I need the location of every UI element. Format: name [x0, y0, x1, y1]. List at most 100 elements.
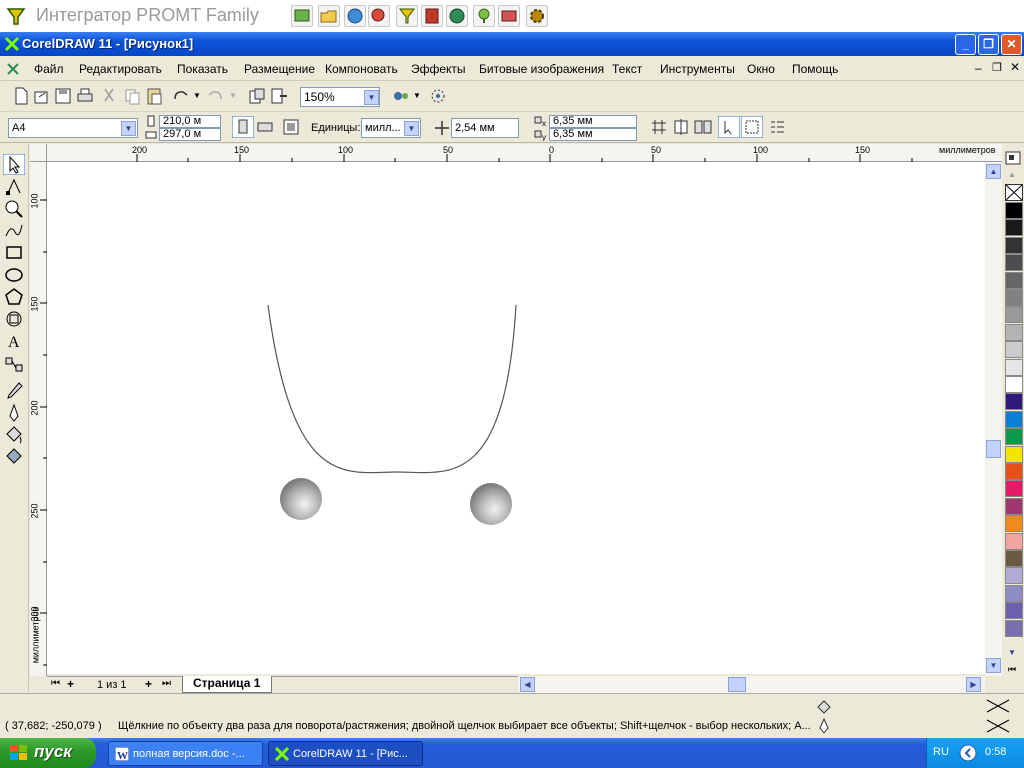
page-height-field[interactable]: 297,0 м [159, 128, 221, 141]
doc-close-button[interactable]: ✕ [1010, 60, 1020, 74]
menu-tools[interactable]: Инструменты [660, 62, 735, 76]
corel-online-icon[interactable] [427, 85, 449, 107]
shape-tool-icon[interactable] [3, 176, 25, 197]
page-tab[interactable]: Страница 1 [182, 676, 272, 693]
palette-expand-icon[interactable]: ⏮ [1008, 664, 1016, 675]
duplicate-y-field[interactable]: 6,35 мм [549, 128, 637, 141]
menu-edit[interactable]: Редактировать [79, 62, 162, 76]
no-fill-swatch[interactable] [1005, 184, 1023, 201]
color-swatch[interactable] [1005, 497, 1023, 515]
save-icon[interactable] [52, 85, 74, 107]
ruler-origin[interactable] [30, 144, 47, 162]
promt-logo-icon[interactable] [6, 6, 26, 26]
promt-settings-icon[interactable] [526, 5, 548, 27]
fill-indicator-icon[interactable] [815, 698, 831, 714]
color-swatch[interactable] [1005, 445, 1023, 463]
page-layout-icon[interactable] [280, 116, 302, 138]
redo-icon[interactable] [204, 85, 226, 107]
units-dropdown-icon[interactable]: ▼ [404, 121, 419, 136]
color-swatch[interactable] [1005, 271, 1023, 289]
minimize-button[interactable]: _ [955, 34, 976, 55]
promt-filter-icon[interactable] [396, 5, 418, 27]
task-word-document[interactable]: W полная версия.doc -... [108, 741, 263, 766]
color-swatch[interactable] [1005, 236, 1023, 254]
open-icon[interactable] [31, 85, 53, 107]
pick-tool-icon[interactable] [3, 154, 25, 175]
vertical-ruler[interactable]: 100 150 200 250 300 миллиметров [30, 162, 47, 676]
zoom-dropdown-icon[interactable]: ▼ [364, 90, 379, 105]
print-icon[interactable] [74, 85, 96, 107]
color-swatch[interactable] [1005, 323, 1023, 341]
menu-help[interactable]: Помощь [792, 62, 838, 76]
fill-tool-icon[interactable] [3, 424, 25, 445]
color-swatch[interactable] [1005, 306, 1023, 324]
color-swatch[interactable] [1005, 393, 1023, 411]
menu-effects[interactable]: Эффекты [411, 62, 466, 76]
promt-open-icon[interactable] [318, 5, 340, 27]
add-page-before-button[interactable]: + [67, 677, 74, 691]
maximize-button[interactable]: ❐ [978, 34, 999, 55]
cut-icon[interactable] [99, 85, 121, 107]
task-coreldraw[interactable]: CorelDRAW 11 - [Рис... [268, 741, 423, 766]
import-icon[interactable] [246, 85, 268, 107]
menu-bitmaps[interactable]: Битовые изображения [479, 62, 604, 76]
application-launcher-icon[interactable] [390, 85, 412, 107]
scroll-down-button[interactable]: ▼ [986, 658, 1001, 673]
color-swatch[interactable] [1005, 619, 1023, 637]
color-swatch[interactable] [1005, 254, 1023, 272]
polygon-tool-icon[interactable] [3, 286, 25, 307]
basic-shapes-tool-icon[interactable] [3, 308, 25, 329]
color-swatch[interactable] [1005, 480, 1023, 498]
zoom-tool-icon[interactable] [3, 198, 25, 219]
menu-layout[interactable]: Размещение [244, 62, 315, 76]
interactive-fill-tool-icon[interactable] [3, 446, 25, 467]
color-swatch[interactable] [1005, 550, 1023, 567]
paper-dropdown-icon[interactable]: ▼ [121, 121, 136, 136]
doc-minimize-button[interactable]: – [975, 61, 982, 75]
document-icon[interactable] [6, 62, 20, 76]
color-swatch[interactable] [1005, 202, 1023, 219]
promt-search-icon[interactable] [368, 5, 390, 27]
scroll-left-button[interactable]: ◀ [520, 677, 535, 692]
menu-view[interactable]: Показать [177, 62, 228, 76]
fill-none-icon[interactable] [986, 699, 1010, 713]
color-swatch[interactable] [1005, 532, 1023, 550]
promt-cards-icon[interactable] [498, 5, 520, 27]
doc-restore-button[interactable]: ❐ [992, 61, 1002, 74]
text-tool-icon[interactable]: A [3, 330, 25, 351]
new-icon[interactable] [10, 85, 32, 107]
snap-guidelines-icon[interactable] [670, 116, 692, 138]
promt-book-icon[interactable] [421, 5, 443, 27]
draw-mode-icon[interactable] [741, 116, 763, 138]
palette-options-icon[interactable] [1005, 151, 1021, 165]
color-swatch[interactable] [1005, 584, 1023, 602]
palette-scroll-down-icon[interactable]: ▼ [1008, 648, 1016, 657]
landscape-button[interactable] [254, 116, 276, 138]
rectangle-tool-icon[interactable] [3, 242, 25, 263]
portrait-button[interactable] [232, 116, 254, 138]
promt-translate-icon[interactable] [291, 5, 313, 27]
color-swatch[interactable] [1005, 602, 1023, 620]
copy-icon[interactable] [121, 85, 143, 107]
snap-objects-icon[interactable] [692, 116, 714, 138]
language-indicator[interactable]: RU [933, 746, 949, 758]
options-icon[interactable] [766, 116, 788, 138]
page-width-field[interactable]: 210,0 м [159, 115, 221, 128]
outline-tool-icon[interactable] [3, 402, 25, 423]
palette-scroll-up-icon[interactable]: ▲ [1008, 170, 1016, 179]
paste-icon[interactable] [143, 85, 165, 107]
launcher-dropdown-icon[interactable]: ▼ [413, 91, 421, 100]
interactive-blend-tool-icon[interactable] [3, 354, 25, 375]
menu-file[interactable]: Файл [34, 62, 64, 76]
last-page-button[interactable]: ⏭ [162, 678, 171, 689]
outline-none-icon[interactable] [986, 719, 1010, 733]
promt-web-icon[interactable] [446, 5, 468, 27]
horizontal-ruler[interactable]: 200 150 100 50 0 50 100 150 миллиметров [47, 144, 1002, 162]
drawing-canvas[interactable] [47, 162, 985, 674]
eyedropper-tool-icon[interactable] [3, 380, 25, 401]
color-swatch[interactable] [1005, 289, 1023, 306]
start-button[interactable]: пуск [0, 738, 96, 768]
undo-icon[interactable] [170, 85, 192, 107]
nudge-field[interactable]: 2,54 мм [451, 118, 519, 138]
color-swatch[interactable] [1005, 358, 1023, 376]
